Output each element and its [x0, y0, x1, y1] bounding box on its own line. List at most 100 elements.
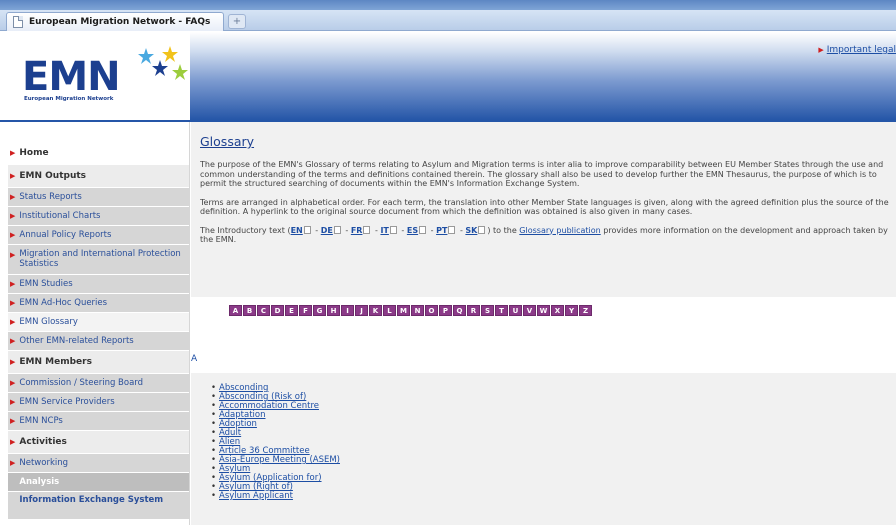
- language-links: EN - DE - FR - IT - ES - PT - SK: [291, 225, 488, 235]
- nav-item-label: Institutional Charts: [19, 211, 101, 221]
- language-link-sk[interactable]: SK: [465, 226, 477, 235]
- language-link-de[interactable]: DE: [321, 226, 333, 235]
- letter-link-c[interactable]: C: [257, 305, 270, 316]
- language-link-es[interactable]: ES: [407, 226, 418, 235]
- arrow-icon: ▶: [10, 212, 16, 220]
- glossary-term-link[interactable]: Asylum (Right of): [211, 483, 896, 493]
- letter-link-n[interactable]: N: [411, 305, 424, 316]
- glossary-term-link[interactable]: Alien: [211, 438, 896, 448]
- nav-home[interactable]: ▶ Home: [8, 142, 189, 165]
- term-list: AbscondingAbsconding (Risk of)Accommodat…: [191, 373, 896, 525]
- document-icon: [478, 225, 486, 234]
- letter-link-u[interactable]: U: [509, 305, 522, 316]
- arrow-icon: ▶: [10, 193, 16, 201]
- letter-link-f[interactable]: F: [299, 305, 312, 316]
- nav-emn-ncps[interactable]: ▶ EMN NCPs: [8, 412, 189, 431]
- letter-link-i[interactable]: I: [341, 305, 354, 316]
- nav-status-reports[interactable]: ▶ Status Reports: [8, 188, 189, 207]
- nav-commission-steering-board[interactable]: ▶ Commission / Steering Board: [8, 374, 189, 393]
- nav-emn-studies[interactable]: ▶ EMN Studies: [8, 275, 189, 294]
- letter-link-e[interactable]: E: [285, 305, 298, 316]
- document-icon: [363, 225, 371, 234]
- letter-link-x[interactable]: X: [551, 305, 564, 316]
- glossary-publication-link[interactable]: Glossary publication: [519, 226, 600, 235]
- language-link-fr[interactable]: FR: [351, 226, 363, 235]
- nav-item-label: Migration and International Protection S…: [19, 249, 181, 269]
- arrow-icon: ▶: [10, 358, 16, 366]
- logo-text: EMN: [22, 54, 121, 100]
- nav-activities-label: Activities: [19, 437, 67, 447]
- arrow-icon: ▶: [10, 251, 16, 259]
- page-title[interactable]: Glossary: [200, 134, 896, 149]
- nav-annual-policy-reports[interactable]: ▶ Annual Policy Reports: [8, 226, 189, 245]
- page-icon: [13, 16, 23, 28]
- header-banner: ▶ Important legal: [190, 32, 896, 120]
- letter-link-s[interactable]: S: [481, 305, 494, 316]
- nav-institutional-charts[interactable]: ▶ Institutional Charts: [8, 207, 189, 226]
- glossary-term-link[interactable]: Adaptation: [211, 411, 896, 421]
- letter-link-z[interactable]: Z: [579, 305, 592, 316]
- nav-networking[interactable]: ▶ Networking: [8, 454, 189, 473]
- logo-stars-icon: [138, 46, 188, 80]
- glossary-term-link[interactable]: Asylum Applicant: [211, 492, 896, 502]
- nav-item-label: Networking: [19, 458, 69, 468]
- letter-link-y[interactable]: Y: [565, 305, 578, 316]
- language-link-en[interactable]: EN: [291, 226, 303, 235]
- letter-link-b[interactable]: B: [243, 305, 256, 316]
- letter-link-o[interactable]: O: [425, 305, 438, 316]
- glossary-term-link[interactable]: Asylum (Application for): [211, 474, 896, 484]
- glossary-term-link[interactable]: Accommodation Centre: [211, 402, 896, 412]
- letter-link-t[interactable]: T: [495, 305, 508, 316]
- arrow-icon: ▶: [10, 149, 16, 157]
- letter-link-m[interactable]: M: [397, 305, 410, 316]
- nav-emn-outputs[interactable]: ▶ EMN Outputs: [8, 165, 189, 188]
- nav-analysis[interactable]: ▶Analysis: [8, 473, 189, 492]
- letter-link-a[interactable]: A: [229, 305, 242, 316]
- browser-tab[interactable]: European Migration Network - FAQs: [6, 12, 224, 31]
- nav-other-reports[interactable]: ▶ Other EMN-related Reports: [8, 332, 189, 351]
- arrow-icon: ▶: [10, 172, 16, 180]
- new-tab-button[interactable]: +: [228, 14, 246, 29]
- letter-link-j[interactable]: J: [355, 305, 368, 316]
- intro-paragraph-1: The purpose of the EMN's Glossary of ter…: [200, 160, 884, 188]
- language-link-pt[interactable]: PT: [436, 226, 447, 235]
- para3-text: The Introductory text (: [200, 225, 291, 235]
- letter-link-p[interactable]: P: [439, 305, 452, 316]
- arrow-icon: ▶: [818, 46, 824, 54]
- nav-emn-glossary[interactable]: ▶ EMN Glossary: [8, 313, 189, 332]
- letter-link-v[interactable]: V: [523, 305, 536, 316]
- arrow-icon: ▶: [10, 337, 16, 345]
- language-link-it[interactable]: IT: [380, 226, 388, 235]
- important-legal-link[interactable]: ▶ Important legal: [818, 45, 896, 55]
- letter-link-r[interactable]: R: [467, 305, 480, 316]
- nav-service-providers[interactable]: ▶ EMN Service Providers: [8, 393, 189, 412]
- nav-information-exchange-system[interactable]: ▶Information Exchange System: [8, 492, 189, 520]
- nav-migration-statistics[interactable]: ▶ Migration and International Protection …: [8, 245, 189, 275]
- glossary-term-link[interactable]: Adult: [211, 429, 896, 439]
- para3-text: ) to the: [487, 225, 520, 235]
- document-icon: [419, 225, 427, 234]
- nav-emn-members[interactable]: ▶ EMN Members: [8, 351, 189, 374]
- nav-item-label: EMN Ad-Hoc Queries: [19, 298, 108, 308]
- desktop-strip: [0, 0, 896, 10]
- nav-item-label: Other EMN-related Reports: [19, 336, 134, 346]
- nav-ad-hoc-queries[interactable]: ▶ EMN Ad-Hoc Queries: [8, 294, 189, 313]
- emn-logo[interactable]: EMN European Migration Network: [8, 32, 190, 120]
- letter-link-g[interactable]: G: [313, 305, 326, 316]
- glossary-term-link[interactable]: Adoption: [211, 420, 896, 430]
- letter-link-w[interactable]: W: [537, 305, 550, 316]
- nav-item-label: Information Exchange System: [19, 495, 164, 505]
- alphabet-row: ABCDEFGHIJKLMNOPQRSTUVWXYZ: [229, 305, 593, 316]
- letter-link-h[interactable]: H: [327, 305, 340, 316]
- glossary-term-link[interactable]: Asia-Europe Meeting (ASEM): [211, 456, 896, 466]
- letter-link-q[interactable]: Q: [453, 305, 466, 316]
- intro-paragraph-2: Terms are arranged in alphabetical order…: [200, 197, 889, 217]
- arrow-icon: ▶: [10, 417, 16, 425]
- nav-item-label: Analysis: [19, 477, 60, 487]
- nav-item-label: EMN NCPs: [19, 416, 63, 426]
- nav-activities[interactable]: ▶ Activities: [8, 431, 189, 454]
- glossary-term-link[interactable]: Absconding: [211, 384, 896, 394]
- letter-link-d[interactable]: D: [271, 305, 284, 316]
- letter-link-l[interactable]: L: [383, 305, 396, 316]
- letter-link-k[interactable]: K: [369, 305, 382, 316]
